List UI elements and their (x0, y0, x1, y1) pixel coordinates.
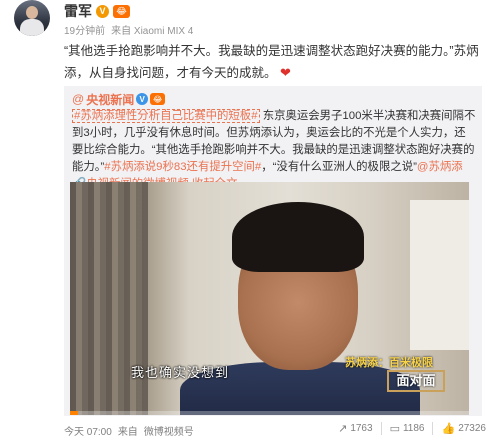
like-icon: 👍 (441, 423, 456, 435)
action-buttons: ↗ 1763 ▭ 1186 👍 27326 (330, 422, 494, 435)
repost-author-name[interactable]: 央视新闻 (86, 91, 134, 108)
like-count: 27326 (458, 423, 486, 434)
post-footer: 今天 07:00 来自 微博视频号 ↗ 1763 ▭ 1186 👍 27326 (64, 422, 494, 438)
footer-meta: 今天 07:00 来自 微博视频号 (64, 423, 194, 438)
author-row: 雷军 V 😂 (64, 2, 130, 20)
repost-author-row: @ 央视新闻 V 😂 (72, 91, 166, 108)
repost-text: #苏炳添理性分析自己比赛中的短板# 东京奥运会男子100米半决赛和决赛间隔不到3… (72, 108, 476, 193)
like-button[interactable]: 👍 27326 (432, 422, 494, 435)
author-name[interactable]: 雷军 (64, 1, 92, 21)
repost-card[interactable]: @ 央视新闻 V 😂 #苏炳添理性分析自己比赛中的短板# 东京奥运会男子100米… (64, 86, 482, 416)
share-button[interactable]: ↗ 1763 (330, 422, 380, 435)
post-header: 雷军 V 😂 19分钟前 来自 Xiaomi MIX 4 (14, 0, 484, 40)
post-source: 来自 Xiaomi MIX 4 (111, 26, 194, 37)
member-badge-icon: 😂 (150, 93, 166, 105)
mention-link[interactable]: @苏炳添 (417, 161, 463, 173)
member-badge-icon[interactable]: 😂 (113, 4, 130, 18)
heart-icon: ❤ (280, 65, 291, 80)
repost-source: 微博视频号 (143, 427, 194, 438)
hashtag-link[interactable]: #苏炳添理性分析自己比赛中的短板# (72, 109, 260, 123)
program-title: 苏炳添：百米极限 (345, 357, 433, 369)
comment-button[interactable]: ▭ 1186 (380, 422, 433, 435)
post-text: “其他选手抢跑影响并不大。我最缺的是迅速调整状态跑好决赛的能力。”苏炳添，从自身… (64, 41, 482, 84)
person-hair (232, 202, 364, 272)
video-subtitle: 我也确实没想到 (130, 365, 229, 380)
share-count: 1763 (350, 423, 373, 434)
post-body: “其他选手抢跑影响并不大。我最缺的是迅速调整状态跑好决赛的能力。”苏炳添，从自身… (64, 44, 479, 80)
program-logo: 面对面 (387, 370, 445, 392)
window (410, 200, 469, 350)
comment-count: 1186 (402, 423, 425, 434)
share-icon: ↗ (338, 423, 348, 435)
vip-badge-icon[interactable]: V (96, 4, 109, 18)
comment-icon: ▭ (389, 423, 400, 435)
verified-icon: V (136, 93, 149, 105)
avatar[interactable] (14, 0, 50, 36)
repost-body-2: ，“没有什么亚洲人的极限之说” (261, 161, 417, 173)
video-player[interactable]: 我也确实没想到 苏炳添：百米极限 面对面 (70, 182, 469, 415)
avatar-head (26, 6, 38, 19)
video-progress-fill (70, 411, 78, 415)
from-label: 来自 (117, 427, 138, 438)
video-progress-track[interactable] (70, 411, 469, 415)
post-time[interactable]: 19分钟前 (64, 22, 105, 37)
repost-at: @ (72, 92, 85, 106)
hashtag-link[interactable]: #苏炳添说9秒83还有提升空间# (104, 161, 261, 173)
repost-time[interactable]: 今天 07:00 (64, 423, 112, 438)
avatar-body (20, 19, 44, 36)
post-meta: 19分钟前 来自 Xiaomi MIX 4 (64, 22, 193, 37)
